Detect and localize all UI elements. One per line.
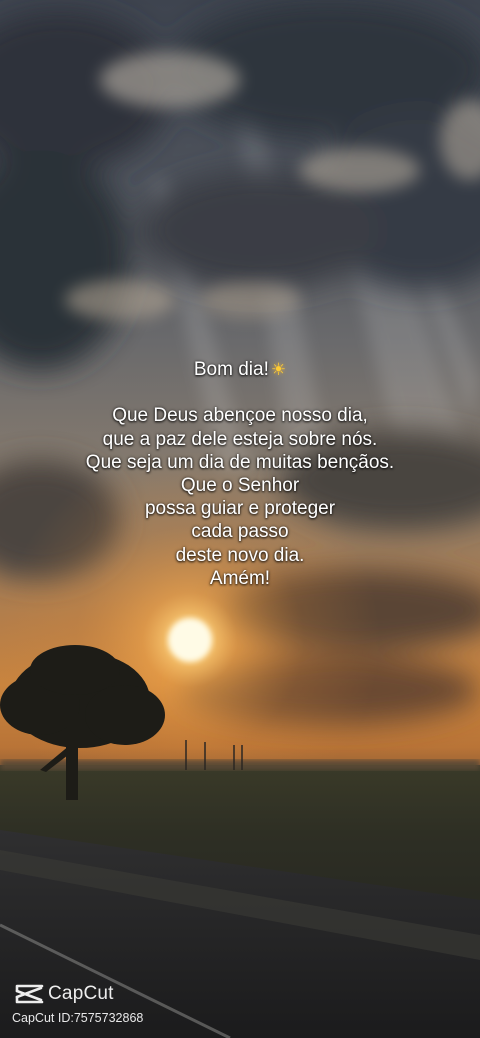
capcut-watermark: CapCut CapCut ID:7575732868 [12,980,143,1025]
message-line-2: que a paz dele esteja sobre nós. [102,428,378,450]
greeting-message: Bom dia! ☀ Que Deus abençoe nosso dia, qu… [0,358,480,590]
message-line-7: deste novo dia. [175,544,305,566]
greeting-line: Bom dia! ☀ [0,358,480,381]
capcut-id-text: CapCut ID:7575732868 [12,1011,144,1025]
sun-icon: ☀ [270,360,287,379]
message-line-6: cada passo [191,521,289,543]
greeting-text: Bom dia! [193,359,269,380]
message-line-8: Amém! [209,567,271,589]
message-line-5: possa guiar e proteger [144,498,336,520]
message-line-3: Que seja um dia de muitas bençãos. [85,451,395,473]
capcut-logo-icon [15,984,44,1004]
message-line-1: Que Deus abençoe nosso dia, [112,405,368,427]
capcut-brand-text: CapCut [48,983,114,1004]
message-line-4: Que o Senhor [180,475,300,496]
capcut-logo-row: CapCut [12,980,143,1008]
